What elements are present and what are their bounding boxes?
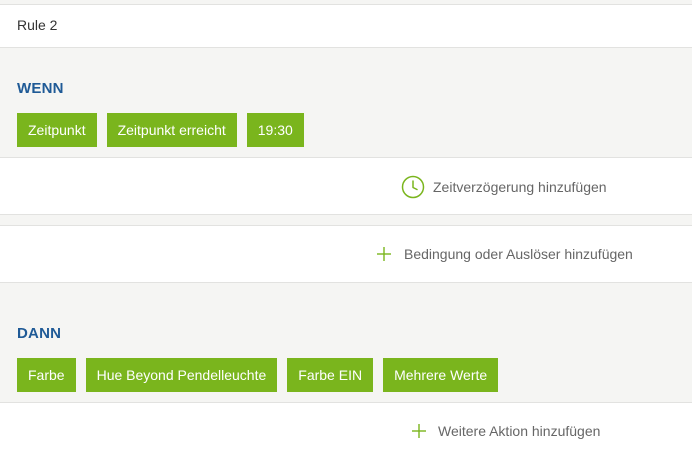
- rule-editor: Rule 2 WENN Zeitpunkt Zeitpunkt erreicht…: [0, 0, 692, 459]
- then-chip-values[interactable]: Mehrere Werte: [383, 358, 499, 392]
- add-condition-label: Bedingung oder Auslöser hinzufügen: [404, 246, 633, 262]
- then-section-title: DANN: [17, 325, 62, 342]
- more-action-row: Weitere Aktion hinzufügen: [0, 402, 692, 459]
- plus-icon: [412, 424, 426, 438]
- when-section-title: WENN: [17, 80, 64, 97]
- add-action-label: Weitere Aktion hinzufügen: [438, 423, 601, 439]
- when-chip-list: Zeitpunkt Zeitpunkt erreicht 19:30: [17, 113, 304, 147]
- add-delay-label: Zeitverzögerung hinzufügen: [433, 179, 607, 195]
- then-chip-list: Farbe Hue Beyond Pendelleuchte Farbe EIN…: [17, 358, 499, 392]
- then-chip-state[interactable]: Farbe EIN: [287, 358, 374, 392]
- condition-row: Bedingung oder Auslöser hinzufügen: [0, 225, 692, 283]
- clock-icon: [401, 175, 425, 199]
- rule-name-row[interactable]: Rule 2: [0, 4, 692, 48]
- when-chip-time[interactable]: 19:30: [246, 113, 304, 147]
- delay-row: Zeitverzögerung hinzufügen: [0, 157, 692, 215]
- add-action-button[interactable]: Weitere Aktion hinzufügen: [411, 423, 600, 439]
- then-chip-device[interactable]: Hue Beyond Pendelleuchte: [85, 358, 278, 392]
- then-chip-action-type[interactable]: Farbe: [17, 358, 76, 392]
- add-delay-button[interactable]: Zeitverzögerung hinzufügen: [401, 175, 607, 199]
- rule-name[interactable]: Rule 2: [17, 17, 57, 33]
- plus-icon: [377, 247, 391, 261]
- when-chip-trigger-type[interactable]: Zeitpunkt: [17, 113, 97, 147]
- when-chip-trigger-event[interactable]: Zeitpunkt erreicht: [106, 113, 237, 147]
- add-condition-button[interactable]: Bedingung oder Auslöser hinzufügen: [376, 246, 633, 262]
